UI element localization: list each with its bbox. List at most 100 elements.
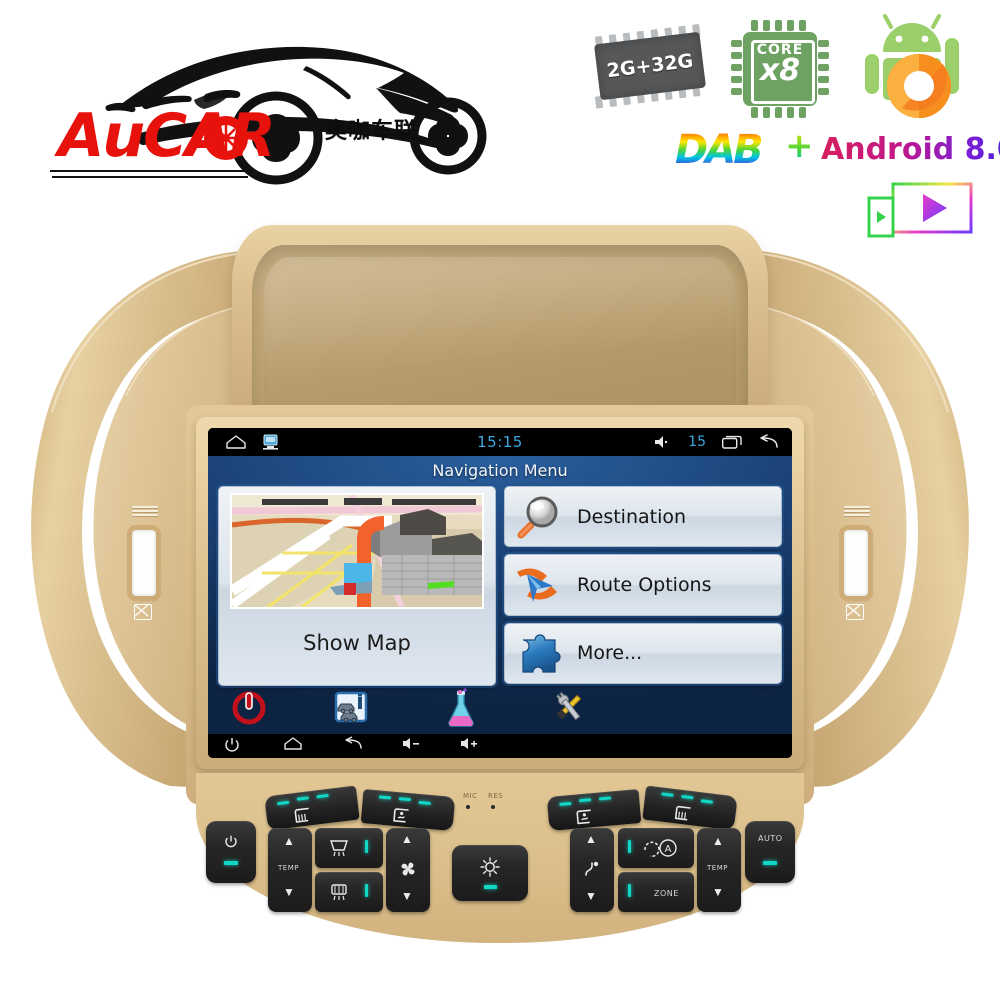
zone-label: ZONE xyxy=(654,889,679,898)
volume-level: 15 xyxy=(688,434,706,450)
auto-climate-button[interactable]: AUTO xyxy=(745,821,795,883)
home-icon[interactable] xyxy=(284,737,314,755)
vent-slot[interactable] xyxy=(132,530,156,596)
dab-label: DAB xyxy=(675,127,764,173)
cpu-chip-icon: CORE x8 xyxy=(727,16,837,124)
seat-heater-icon xyxy=(292,806,316,825)
map-preview-thumbnail xyxy=(230,493,484,609)
recirculation-button[interactable]: A xyxy=(618,828,694,868)
back-icon[interactable] xyxy=(344,736,374,755)
airflow-direction-icon xyxy=(583,861,601,877)
temp-up-arrow[interactable]: ▲ xyxy=(283,835,295,847)
android-oreo-robot-icon xyxy=(847,8,987,138)
head-unit-bezel: 15:15 15 Navigation Menu Show Map Destin… xyxy=(196,417,804,769)
seat-vent-left-button[interactable] xyxy=(360,789,456,831)
back-arrow-icon[interactable] xyxy=(758,434,778,449)
air-vent-icon xyxy=(844,506,870,518)
destination-label: Destination xyxy=(577,505,687,528)
volume-down-icon[interactable] xyxy=(402,737,432,755)
more-button[interactable]: More... xyxy=(504,622,782,684)
logo-underline-2 xyxy=(52,176,248,178)
vent-slot[interactable] xyxy=(844,530,868,596)
ram-chip-icon: 2G+32G xyxy=(585,23,715,109)
auto-label: AUTO xyxy=(758,834,783,843)
logo-wordmark: AuCAR xyxy=(58,101,276,171)
fan-speed-button[interactable]: ▲ ▼ xyxy=(386,828,430,912)
airflow-up-arrow[interactable]: ▲ xyxy=(585,833,597,845)
temp-label: TEMP xyxy=(707,864,728,872)
svg-text:A: A xyxy=(665,844,672,855)
route-options-button[interactable]: Route Options xyxy=(504,554,782,616)
logo-chinese-name: 奥咖车联 xyxy=(325,119,418,144)
dab-plus-sign: + xyxy=(785,126,814,166)
android-version-label: Android 8.0 xyxy=(821,132,1000,167)
seat-heater-icon xyxy=(672,804,696,823)
show-map-button[interactable]: Show Map xyxy=(218,486,496,686)
temp-down-arrow[interactable]: ▼ xyxy=(283,886,295,898)
recent-apps-icon[interactable] xyxy=(721,435,742,449)
passenger-temp-button[interactable]: ▲ TEMP ▼ xyxy=(697,828,741,912)
temp-up-arrow[interactable]: ▲ xyxy=(712,835,724,847)
rear-defrost-icon xyxy=(329,883,349,901)
logo-underline xyxy=(50,170,250,172)
air-vent-left xyxy=(128,506,162,620)
air-vent-right xyxy=(840,506,874,620)
android-status-bar: 15:15 15 xyxy=(208,428,792,456)
puzzle-piece-icon xyxy=(515,630,567,676)
car-dashboard: 15:15 15 Navigation Menu Show Map Destin… xyxy=(0,205,1000,1000)
android-soft-key-bar xyxy=(208,734,792,758)
fan-down-arrow[interactable]: ▼ xyxy=(401,890,413,902)
fan-icon xyxy=(399,860,417,878)
climate-power-button[interactable] xyxy=(206,821,256,883)
navigation-app: Navigation Menu Show Map Destination Rou… xyxy=(208,456,792,734)
show-map-label: Show Map xyxy=(303,631,411,655)
mic-label: MIC xyxy=(463,792,478,800)
airflow-down-arrow[interactable]: ▼ xyxy=(585,890,597,902)
seat-heater-right-button[interactable] xyxy=(642,785,738,831)
seat-vent-right-button[interactable] xyxy=(546,789,642,831)
volume-up-icon[interactable] xyxy=(460,737,490,755)
flask-icon[interactable] xyxy=(446,688,490,730)
navigation-dock xyxy=(208,686,792,734)
head-unit-screen[interactable]: 15:15 15 Navigation Menu Show Map Destin… xyxy=(208,428,792,758)
power-off-icon[interactable] xyxy=(232,690,276,730)
air-vent-icon xyxy=(132,506,158,518)
route-arrows-icon xyxy=(515,562,567,608)
seat-heater-left-button[interactable] xyxy=(264,785,360,831)
vent-close-icon xyxy=(134,604,152,620)
product-image-canvas: AuCAR 奥咖车联 2G+32G CORE x8 DAB + Android … xyxy=(0,0,1000,1000)
seat-ventilation-icon xyxy=(574,808,597,826)
driver-temp-button[interactable]: ▲ TEMP ▼ xyxy=(268,828,312,912)
dab-plus-rainbow-logo: DAB + xyxy=(675,126,814,180)
front-defrost-button[interactable] xyxy=(315,828,383,868)
volume-icon[interactable] xyxy=(654,435,672,449)
temp-down-arrow[interactable]: ▼ xyxy=(712,886,724,898)
airflow-direction-button[interactable]: ▲ ▼ xyxy=(570,828,614,912)
vent-close-icon xyxy=(846,604,864,620)
status-clock: 15:15 xyxy=(477,432,523,451)
front-defrost-icon xyxy=(329,839,349,857)
route-options-label: Route Options xyxy=(577,573,712,596)
traffic-info-icon[interactable] xyxy=(334,690,378,730)
aucar-logo: AuCAR 奥咖车联 xyxy=(20,10,490,190)
fan-up-arrow[interactable]: ▲ xyxy=(401,833,413,845)
recirculation-auto-icon: A xyxy=(642,838,682,858)
feature-badges: 2G+32G CORE x8 DAB + Android 8.0 xyxy=(575,8,1000,238)
tools-icon[interactable] xyxy=(552,690,596,730)
navigation-menu-title: Navigation Menu xyxy=(432,461,568,480)
more-label: More... xyxy=(577,642,643,665)
res-label: RES xyxy=(488,792,504,800)
climate-control-panel: MIC RES ▲ TEMP ▼ ▲ ▼ ▲ ▼ A ZONE ▲ TEMP ▼… xyxy=(196,773,804,943)
res-hole xyxy=(491,805,495,809)
magnifier-icon xyxy=(515,494,567,540)
mic-hole xyxy=(466,805,470,809)
interior-light-button[interactable] xyxy=(452,845,528,901)
destination-button[interactable]: Destination xyxy=(504,486,782,548)
seat-ventilation-icon xyxy=(391,807,414,825)
zone-button[interactable]: ZONE xyxy=(618,872,694,912)
power-icon[interactable] xyxy=(224,737,254,755)
power-icon xyxy=(224,835,238,849)
sun-brightness-icon xyxy=(480,857,500,877)
rear-defrost-button[interactable] xyxy=(315,872,383,912)
dashboard-hood-recess xyxy=(252,245,748,430)
